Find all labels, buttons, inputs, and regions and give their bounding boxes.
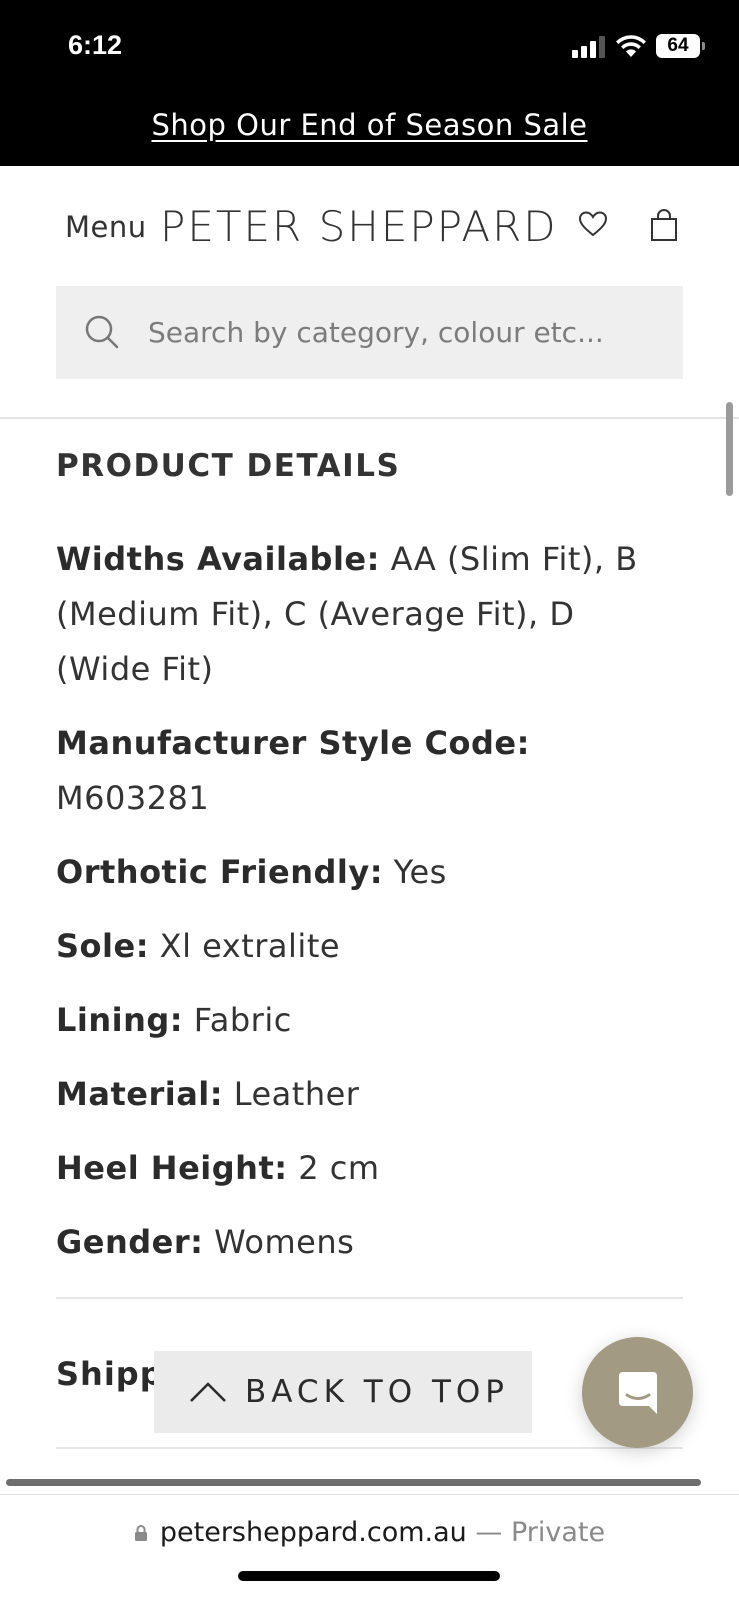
- detail-gender: Gender: Womens: [56, 1223, 355, 1261]
- bag-icon[interactable]: [649, 208, 679, 242]
- page-load-progress: [6, 1479, 701, 1486]
- detail-widths: Widths Available: AA (Slim Fit), B (Medi…: [56, 540, 638, 688]
- brand-logo[interactable]: PETER SHEPPARD: [160, 202, 558, 251]
- header-divider: [0, 417, 739, 419]
- detail-orthotic: Orthotic Friendly: Yes: [56, 853, 447, 891]
- back-to-top-label: BACK TO TOP: [245, 1374, 509, 1410]
- back-to-top-button[interactable]: BACK TO TOP: [154, 1351, 532, 1433]
- signal-icon: [572, 36, 606, 58]
- url-domain: petersheppard.com.au: [159, 1517, 467, 1548]
- detail-sole: Sole: Xl extralite: [56, 927, 341, 965]
- detail-material: Material: Leather: [56, 1075, 360, 1113]
- chat-button[interactable]: [582, 1337, 693, 1448]
- private-label: — Private: [475, 1517, 606, 1548]
- chat-icon: [618, 1371, 657, 1414]
- detail-lining: Lining: Fabric: [56, 1001, 292, 1039]
- product-details-list: Widths Available: AA (Slim Fit), B (Medi…: [56, 532, 676, 1289]
- detail-heel-height: Heel Height: 2 cm: [56, 1149, 380, 1187]
- promo-link[interactable]: Shop Our End of Season Sale: [0, 108, 739, 142]
- search-icon: [85, 315, 119, 349]
- page-scrollbar[interactable]: [726, 402, 733, 496]
- menu-button[interactable]: Menu: [65, 210, 147, 244]
- browser-url-bar[interactable]: petersheppard.com.au — Private: [0, 1494, 739, 1600]
- section-divider: [56, 1297, 683, 1299]
- url-display[interactable]: petersheppard.com.au — Private: [0, 1517, 739, 1548]
- search-bar[interactable]: [56, 286, 683, 379]
- wifi-icon: [616, 35, 646, 57]
- top-banner: 6:12 64 Shop Our End of Season Sale: [0, 0, 739, 166]
- product-details-heading: PRODUCT DETAILS: [56, 448, 401, 484]
- detail-style-code: Manufacturer Style Code: M603281: [56, 724, 530, 817]
- section-divider: [56, 1447, 683, 1449]
- shipping-accordion[interactable]: Shipp: [56, 1355, 164, 1393]
- search-input[interactable]: [148, 286, 668, 379]
- heart-icon[interactable]: [578, 210, 608, 238]
- lock-icon: [134, 1525, 147, 1541]
- home-indicator[interactable]: [238, 1571, 500, 1581]
- chevron-up-icon: [190, 1382, 226, 1402]
- status-time: 6:12: [68, 30, 123, 60]
- battery-icon: 64: [656, 34, 705, 58]
